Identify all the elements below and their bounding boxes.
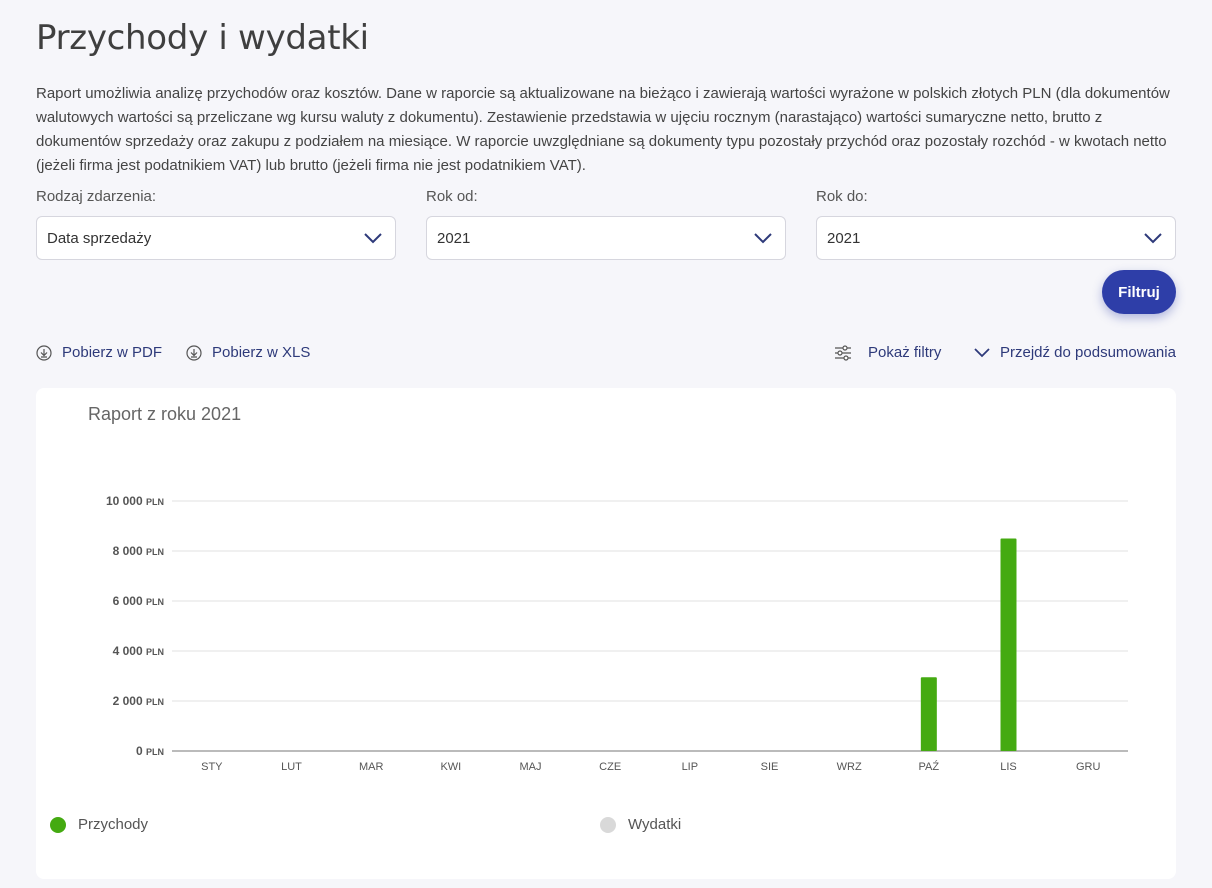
- chevron-down-icon: [363, 232, 383, 244]
- report-actions: Pobierz w PDF Pobierz w XLS Pokaż filtry…: [36, 344, 1176, 368]
- y-tick-label: 4 000 PLN: [113, 644, 164, 658]
- chevron-down-icon: [753, 232, 773, 244]
- y-tick-label: 2 000 PLN: [113, 694, 164, 708]
- year-to-select[interactable]: 2021: [816, 216, 1176, 260]
- year-to-value: 2021: [827, 229, 861, 247]
- year-from-label: Rok od:: [426, 188, 478, 205]
- download-pdf-label: Pobierz w PDF: [62, 344, 163, 361]
- x-tick-label: CZE: [599, 761, 621, 773]
- event-type-value: Data sprzedaży: [47, 229, 152, 247]
- report-description: Raport umożliwia analizę przychodów oraz…: [36, 85, 1170, 174]
- go-to-summary-link[interactable]: Przejdź do podsumowania: [974, 344, 1176, 361]
- download-xls-link[interactable]: Pobierz w XLS: [186, 344, 310, 361]
- bar-chart: 0 PLN 2 000 PLN 4 000 PLN 6 000 PLN 8 000 PL…: [106, 494, 1128, 773]
- legend-label-income: Przychody: [78, 816, 149, 833]
- x-tick-label: GRU: [1076, 761, 1101, 773]
- page-title: Przychody i wydatki: [36, 18, 369, 58]
- download-pdf-link[interactable]: Pobierz w PDF: [36, 344, 162, 361]
- chart-card: Raport z roku 2021 0 PLN 2 000 PLN 4 000 P…: [36, 388, 1176, 879]
- y-tick-label: 8 000 PLN: [113, 544, 164, 558]
- download-icon: [36, 344, 52, 361]
- year-from-value: 2021: [437, 229, 471, 247]
- x-tick-label: MAJ: [520, 761, 542, 773]
- y-tick-label: 10 000 PLN: [106, 494, 164, 508]
- event-type-filter: Rodzaj zdarzenia: Data sprzedaży: [36, 188, 396, 260]
- show-filters-link[interactable]: Pokaż filtry: [834, 344, 941, 361]
- year-from-filter: Rok od: 2021: [426, 188, 786, 260]
- y-tick-label: 6 000 PLN: [113, 594, 164, 608]
- x-tick-label: WRZ: [837, 761, 862, 773]
- x-tick-label: MAR: [359, 761, 384, 773]
- download-xls-label: Pobierz w XLS: [212, 344, 311, 361]
- x-tick-label: STY: [201, 761, 223, 773]
- filter-button[interactable]: Filtruj: [1102, 270, 1176, 314]
- year-to-filter: Rok do: 2021: [816, 188, 1176, 260]
- year-from-select[interactable]: 2021: [426, 216, 786, 260]
- show-filters-label: Pokaż filtry: [868, 344, 942, 361]
- x-tick-label: SIE: [761, 761, 779, 773]
- y-tick-label: 0 PLN: [136, 744, 164, 758]
- x-tick-label: LUT: [281, 761, 302, 773]
- legend-dot-expenses: [600, 816, 616, 833]
- bar: [1000, 538, 1017, 751]
- legend-label-expenses: Wydatki: [628, 816, 682, 833]
- chevron-down-icon: [1143, 232, 1163, 244]
- event-type-label: Rodzaj zdarzenia:: [36, 188, 157, 205]
- chevron-down-icon: [974, 347, 990, 358]
- legend-item-expenses[interactable]: Wydatki: [600, 816, 681, 833]
- go-to-summary-label: Przejdź do podsumowania: [1000, 344, 1176, 361]
- x-tick-label: PAŹ: [919, 760, 940, 773]
- x-tick-label: KWI: [440, 761, 461, 773]
- event-type-select[interactable]: Data sprzedaży: [36, 216, 396, 260]
- x-tick-label: LIS: [1000, 761, 1017, 773]
- year-to-label: Rok do:: [816, 188, 868, 205]
- x-tick-label: LIP: [682, 761, 699, 773]
- legend-dot-income: [50, 816, 66, 833]
- bar: [920, 677, 937, 751]
- sliders-icon: [834, 344, 852, 361]
- legend-item-income[interactable]: Przychody: [50, 816, 148, 833]
- download-icon: [186, 344, 202, 361]
